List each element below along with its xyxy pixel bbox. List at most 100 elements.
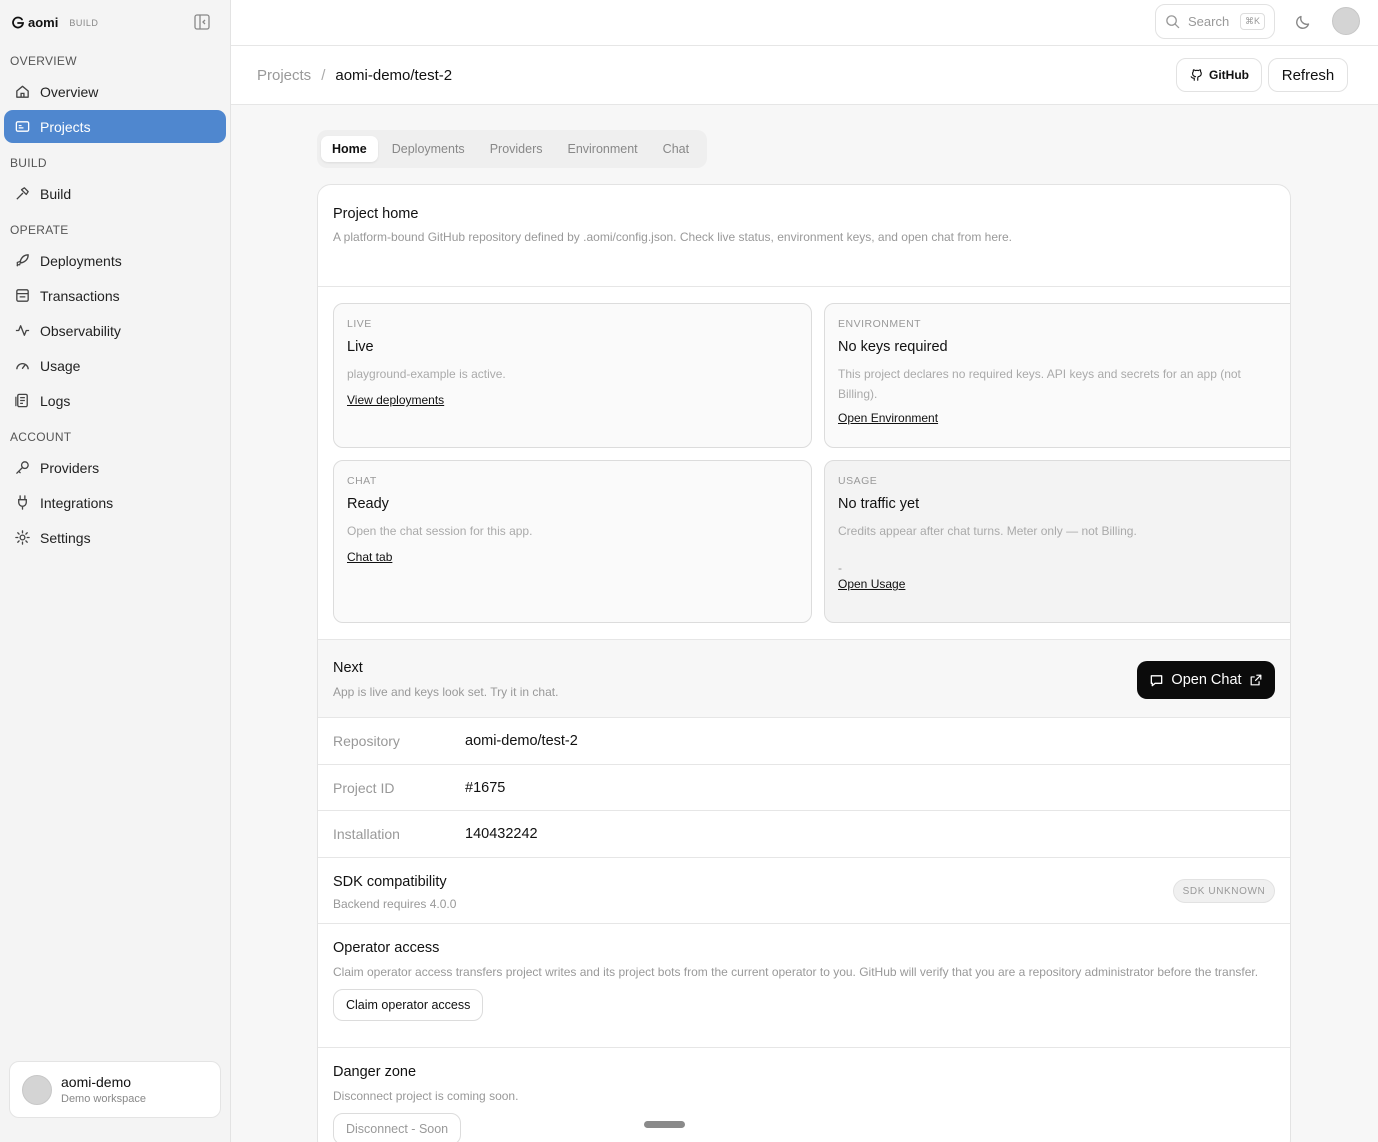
danger-description: Disconnect project is coming soon. xyxy=(333,1089,519,1103)
sidebar-item-providers[interactable]: Providers xyxy=(4,451,226,484)
topbar: Search ⌘K xyxy=(231,0,1378,46)
detail-value: 140432242 xyxy=(465,826,538,842)
sidebar-item-integrations[interactable]: Integrations xyxy=(4,486,226,519)
gauge-icon xyxy=(16,363,29,370)
tile-title: No traffic yet xyxy=(838,496,920,512)
collapse-sidebar-icon[interactable] xyxy=(193,13,211,31)
tile-description: Open the chat session for this app. xyxy=(347,524,533,538)
brand-logo[interactable]: aomi xyxy=(11,15,58,30)
sdk-status-badge: SDK UNKNOWN xyxy=(1173,879,1275,903)
tile-title: Ready xyxy=(347,496,389,512)
breadcrumb-projects[interactable]: Projects xyxy=(257,67,311,84)
sidebar-section-account: ACCOUNT xyxy=(10,430,72,444)
sidebar-item-label: Transactions xyxy=(40,287,120,304)
receipt-icon xyxy=(16,289,29,302)
open-chat-label: Open Chat xyxy=(1171,672,1242,688)
rocket-icon xyxy=(16,254,29,267)
project-home-title: Project home xyxy=(333,206,419,222)
key-icon xyxy=(16,461,29,474)
project-tabs: Home Deployments Providers Environment C… xyxy=(317,130,708,168)
workspace-avatar xyxy=(22,1074,52,1105)
sdk-description: Backend requires 4.0.0 xyxy=(333,897,457,911)
tile-tag: ENVIRONMENT xyxy=(838,318,922,330)
sidebar-section-build: BUILD xyxy=(10,156,47,170)
open-chat-button[interactable]: Open Chat xyxy=(1137,661,1275,699)
detail-value: #1675 xyxy=(465,780,506,796)
operator-description: Claim operator access transfers project … xyxy=(333,965,1259,979)
workspace-switcher[interactable]: aomi-demo Demo workspace xyxy=(9,1061,221,1118)
github-icon xyxy=(1190,69,1202,81)
aomi-logo-icon xyxy=(12,16,24,28)
sidebar-header: aomi BUILD xyxy=(0,0,230,45)
search-icon xyxy=(1166,15,1180,29)
sidebar-item-label: Deployments xyxy=(40,252,122,269)
moon-icon[interactable] xyxy=(1294,13,1312,31)
detail-key: Repository xyxy=(333,733,400,749)
danger-zone-section: Danger zone Disconnect project is coming… xyxy=(318,1047,1290,1142)
sidebar-item-settings[interactable]: Settings xyxy=(4,521,226,554)
chat-tab-link[interactable]: Chat tab xyxy=(347,550,392,564)
sidebar-item-label: Usage xyxy=(40,357,81,374)
home-icon xyxy=(16,85,29,98)
view-deployments-link[interactable]: View deployments xyxy=(347,393,444,407)
usage-value: - xyxy=(838,561,842,575)
sidebar-item-label: Logs xyxy=(40,392,71,409)
detail-key: Project ID xyxy=(333,780,395,796)
next-step-banner: Next App is live and keys look set. Try … xyxy=(318,639,1290,717)
sidebar-item-build[interactable]: Build xyxy=(4,177,226,210)
sidebar-item-label: Projects xyxy=(40,118,91,135)
sdk-compatibility-section: SDK compatibility Backend requires 4.0.0… xyxy=(318,857,1290,923)
page-header: Projects / aomi-demo/test-2 GitHub Refre… xyxy=(231,46,1378,105)
tab-environment[interactable]: Environment xyxy=(556,136,648,162)
sidebar-item-label: Providers xyxy=(40,459,100,476)
project-home-card: Project home A platform-bound GitHub rep… xyxy=(317,184,1291,1142)
sidebar-item-deployments[interactable]: Deployments xyxy=(4,244,226,277)
tile-environment: ENVIRONMENT No keys required This projec… xyxy=(824,303,1290,448)
refresh-button[interactable]: Refresh xyxy=(1268,58,1348,92)
tab-home[interactable]: Home xyxy=(321,136,378,162)
sidebar-item-overview[interactable]: Overview xyxy=(4,75,226,108)
tile-description: Credits appear after chat turns. Meter o… xyxy=(838,524,1137,538)
brand-name: aomi xyxy=(28,15,59,30)
open-environment-link[interactable]: Open Environment xyxy=(838,411,938,425)
detail-value: aomi-demo/test-2 xyxy=(465,733,578,749)
sidebar-item-label: Build xyxy=(40,185,72,202)
detail-key: Installation xyxy=(333,826,400,842)
tab-chat[interactable]: Chat xyxy=(652,136,700,162)
tile-tag: CHAT xyxy=(347,475,377,487)
detail-row-installation: Installation 140432242 xyxy=(318,810,1290,857)
sidebar-item-label: Integrations xyxy=(40,494,114,511)
detail-row-repository: Repository aomi-demo/test-2 xyxy=(318,717,1290,764)
sidebar-section-operate: OPERATE xyxy=(10,223,69,237)
user-avatar[interactable] xyxy=(1332,7,1360,35)
tab-deployments[interactable]: Deployments xyxy=(381,136,476,162)
sidebar-item-logs[interactable]: Logs xyxy=(4,384,226,417)
logs-icon xyxy=(15,393,28,408)
search-shortcut: ⌘K xyxy=(1239,13,1265,30)
scroll-handle[interactable] xyxy=(644,1121,685,1128)
project-home-description: A platform-bound GitHub repository defin… xyxy=(333,230,1013,244)
sidebar-item-label: Overview xyxy=(40,83,99,100)
disconnect-button[interactable]: Disconnect - Soon xyxy=(333,1113,462,1142)
detail-row-project-id: Project ID #1675 xyxy=(318,764,1290,811)
sidebar-item-usage[interactable]: Usage xyxy=(4,349,226,382)
sidebar-item-label: Observability xyxy=(40,322,121,339)
sidebar-item-projects[interactable]: Projects xyxy=(4,110,226,143)
message-icon xyxy=(1151,674,1163,686)
tile-usage: USAGE No traffic yet Credits appear afte… xyxy=(824,460,1290,623)
sidebar-item-observability[interactable]: Observability xyxy=(4,314,226,347)
tab-providers[interactable]: Providers xyxy=(479,136,554,162)
breadcrumb-separator: / xyxy=(321,67,326,84)
tile-tag: USAGE xyxy=(838,475,878,487)
plug-icon xyxy=(18,495,27,510)
open-usage-link[interactable]: Open Usage xyxy=(838,577,905,591)
activity-icon xyxy=(15,325,30,336)
claim-operator-access-button[interactable]: Claim operator access xyxy=(333,989,484,1021)
sidebar: aomi BUILD OVERVIEW Overview Projects BU… xyxy=(0,0,231,1142)
search-button[interactable]: Search ⌘K xyxy=(1155,4,1275,39)
tile-live: LIVE Live playground-example is active. … xyxy=(333,303,812,448)
danger-title: Danger zone xyxy=(333,1064,417,1080)
github-button[interactable]: GitHub xyxy=(1176,58,1262,92)
sidebar-item-transactions[interactable]: Transactions xyxy=(4,279,226,312)
hammer-icon xyxy=(16,187,29,200)
